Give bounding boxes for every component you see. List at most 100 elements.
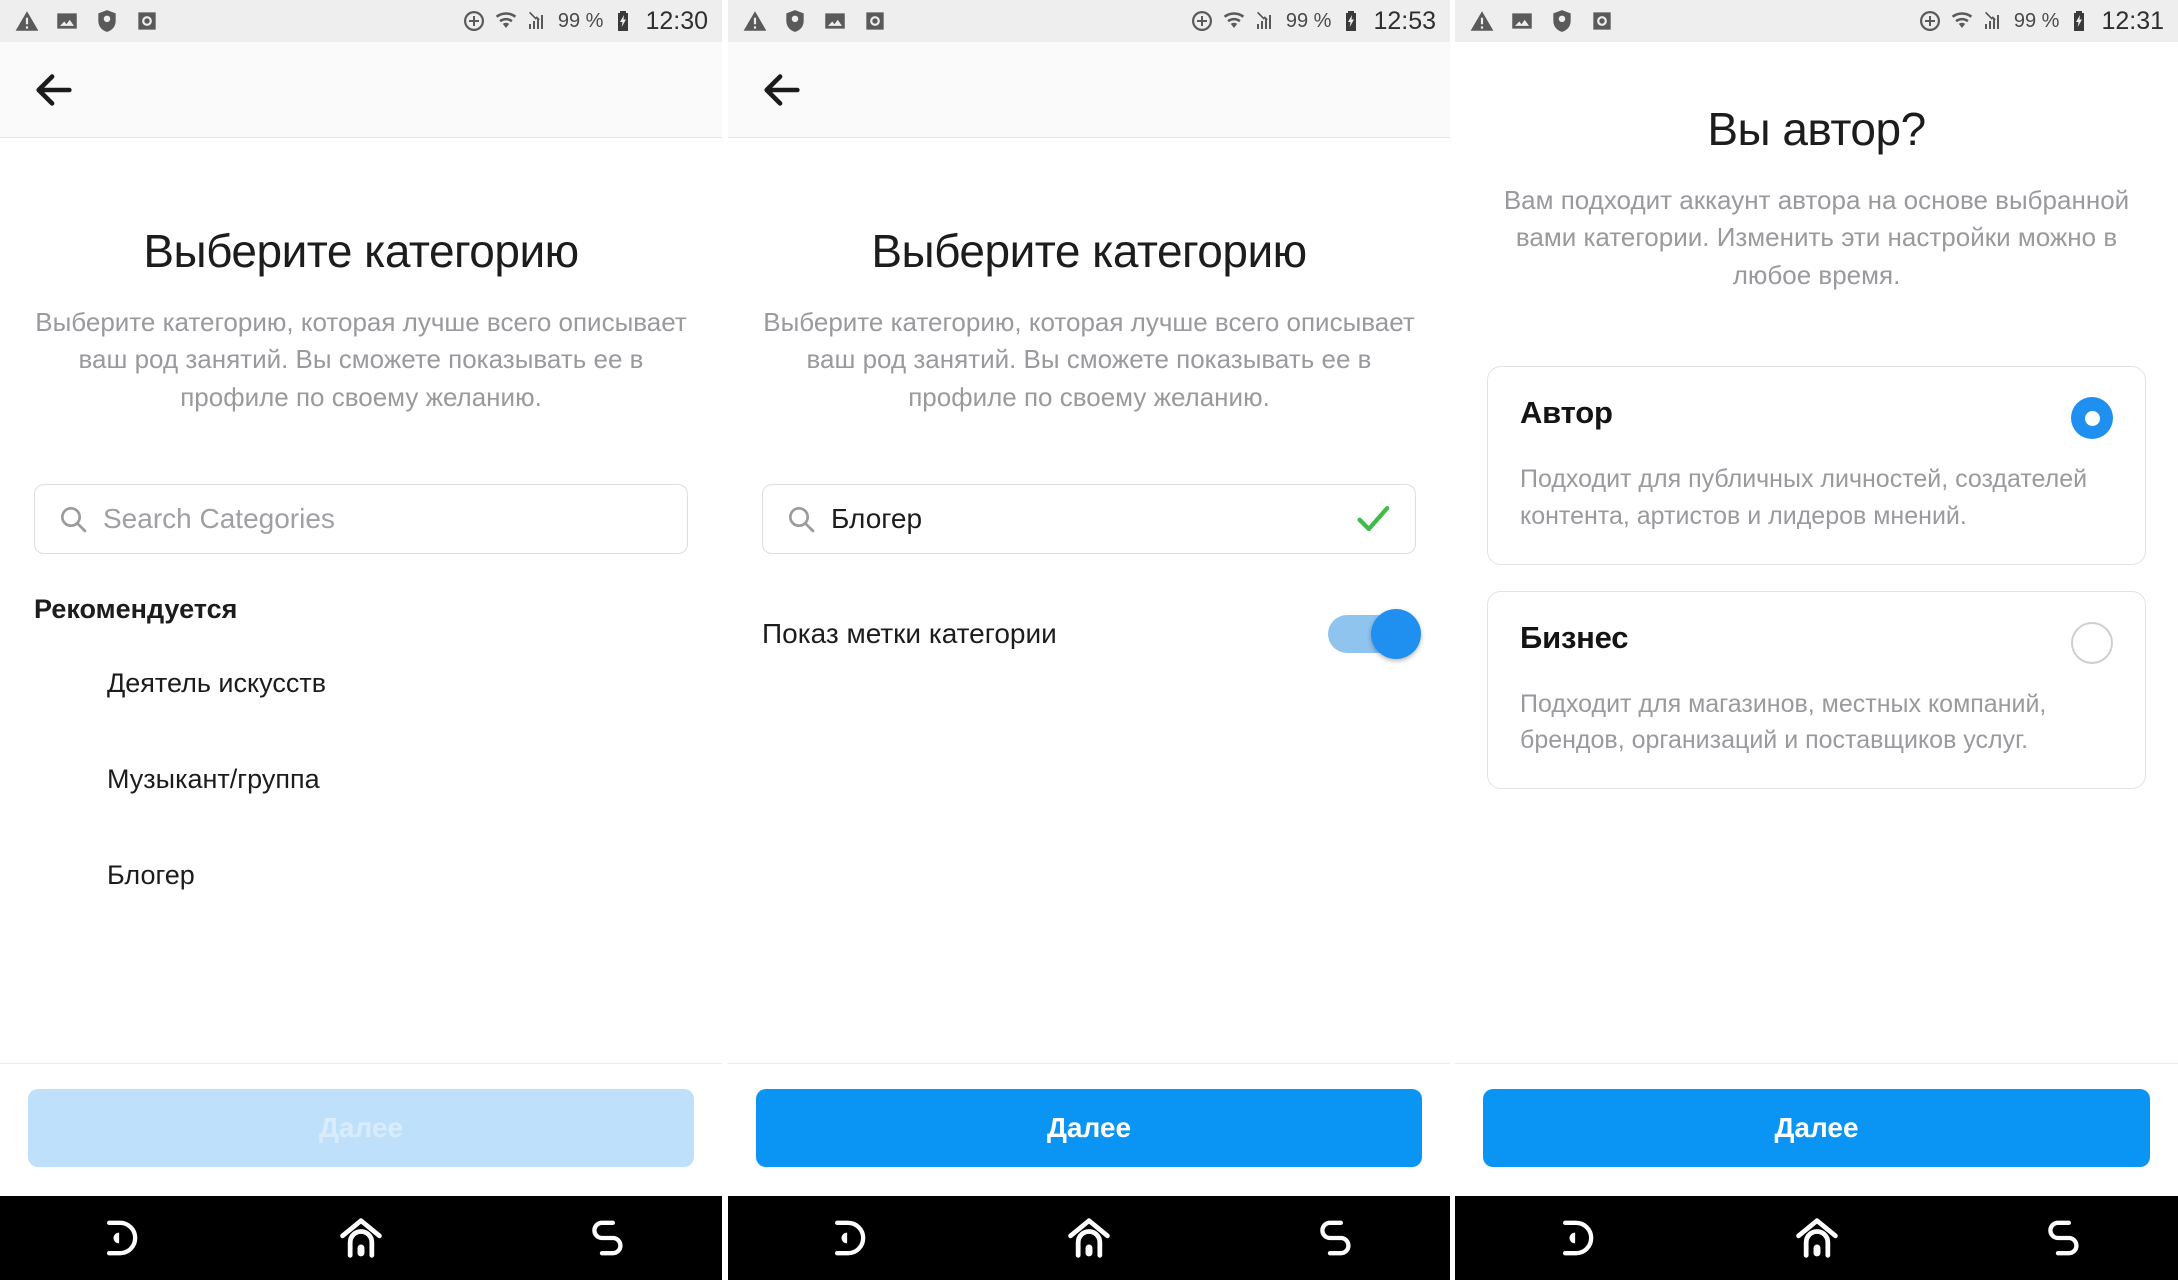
- instagram-camera-icon: [138, 12, 156, 30]
- category-list-item[interactable]: Деятель искусств: [0, 635, 722, 731]
- no-signal-icon: [1984, 11, 1999, 30]
- antivirus-shield-icon: [1553, 10, 1571, 32]
- clock-label: 12:53: [1373, 6, 1436, 35]
- recommended-heading: Рекомендуется: [34, 594, 238, 625]
- panel-select-category-filled: 99 % 12:53 Выберите категорию Выберите к…: [728, 0, 1450, 1280]
- card-header: Автор: [1520, 395, 2113, 440]
- account-option-creator[interactable]: Автор Подходит для публичных личностей, …: [1487, 366, 2146, 565]
- antivirus-shield-icon: [98, 10, 116, 32]
- status-bar-left-icons: [742, 8, 888, 34]
- next-button[interactable]: Далее: [1483, 1089, 2150, 1167]
- home-icon: [340, 1218, 382, 1258]
- battery-charging-icon: [1346, 11, 1357, 31]
- panel-select-category-empty: 99 % 12:30 Выберите категорию Выберите к…: [0, 0, 722, 1280]
- panel2-content: Выберите категорию Выберите категорию, к…: [728, 138, 1450, 1063]
- system-nav-bar-2: [728, 1196, 1450, 1280]
- image-icon: [1512, 13, 1532, 29]
- home-icon: [1068, 1218, 1110, 1258]
- status-bar-1: 99 % 12:30: [0, 0, 722, 42]
- page-title: Выберите категорию: [143, 225, 579, 277]
- back-gesture-button[interactable]: [1275, 1196, 1385, 1280]
- no-signal-icon: [528, 11, 543, 30]
- back-arrow-icon: [764, 73, 800, 106]
- back-gesture-button[interactable]: [547, 1196, 657, 1280]
- status-bar-left-icons: [1469, 8, 1615, 34]
- option-description: Подходит для публичных личностей, создат…: [1520, 465, 2088, 530]
- home-button[interactable]: [1762, 1196, 1872, 1280]
- footer-1: Далее: [0, 1063, 722, 1196]
- panel3-content: Вы автор? Вам подходит аккаунт автора на…: [1455, 42, 2178, 1063]
- instagram-camera-icon: [866, 12, 884, 30]
- recents-icon: [835, 1220, 866, 1256]
- status-bar-right-icons: 99 % 12:31: [1918, 7, 2164, 36]
- footer-3: Далее: [1455, 1063, 2178, 1196]
- recents-button[interactable]: [1521, 1196, 1631, 1280]
- next-button[interactable]: Далее: [756, 1089, 1422, 1167]
- recents-icon: [107, 1220, 138, 1256]
- option-title: Автор: [1520, 395, 1613, 431]
- image-icon: [57, 13, 77, 29]
- search-placeholder: Search Categories: [103, 503, 335, 535]
- next-button: Далее: [28, 1089, 694, 1167]
- footer-2: Далее: [728, 1063, 1450, 1196]
- panel1-content: Выберите категорию Выберите категорию, к…: [0, 138, 722, 1063]
- battery-percent-label: 99 %: [557, 9, 604, 32]
- radio-unselected-icon[interactable]: [2071, 621, 2113, 664]
- page-title: Выберите категорию: [871, 225, 1307, 277]
- back-gesture-icon: [591, 1220, 623, 1256]
- category-list-item[interactable]: Блогер: [0, 827, 722, 923]
- page-title: Вы автор?: [1707, 103, 1926, 155]
- panel-account-type: 99 % 12:31 Вы автор? Вам подходит аккаун…: [1455, 0, 2178, 1280]
- no-signal-icon: [1256, 11, 1271, 30]
- search-input[interactable]: Блогер: [762, 484, 1416, 555]
- sync-add-icon: [1191, 11, 1212, 31]
- wifi-icon: [495, 12, 517, 28]
- back-button[interactable]: [750, 58, 814, 122]
- sync-add-icon: [1919, 11, 1940, 31]
- warning-triangle-icon: [1470, 11, 1494, 31]
- status-bar-right-icons: 99 % 12:30: [462, 7, 708, 36]
- recents-icon: [1562, 1220, 1593, 1256]
- system-nav-bar-3: [1455, 1196, 2178, 1280]
- back-button[interactable]: [22, 58, 86, 122]
- home-icon: [1795, 1218, 1838, 1258]
- app-bar-1: [0, 42, 722, 138]
- search-input[interactable]: Search Categories: [34, 484, 688, 555]
- antivirus-shield-icon: [786, 10, 804, 32]
- recents-button[interactable]: [65, 1196, 175, 1280]
- warning-triangle-icon: [15, 11, 39, 31]
- warning-triangle-icon: [743, 11, 767, 31]
- toggle-knob: [1371, 609, 1421, 660]
- search-icon: [57, 503, 89, 535]
- recents-button[interactable]: [793, 1196, 903, 1280]
- radio-selected-icon[interactable]: [2071, 397, 2113, 440]
- account-option-business[interactable]: Бизнес Подходит для магазинов, местных к…: [1487, 590, 2146, 790]
- home-button[interactable]: [1034, 1196, 1144, 1280]
- category-list-item[interactable]: Музыкант/группа: [0, 731, 722, 827]
- back-gesture-icon: [1319, 1220, 1351, 1256]
- clock-label: 12:31: [2101, 6, 2164, 35]
- option-title: Бизнес: [1520, 619, 1629, 655]
- show-category-label-toggle[interactable]: [1328, 609, 1421, 660]
- search-wrapper: Блогер: [728, 484, 1450, 555]
- sync-add-icon: [463, 11, 484, 31]
- validated-check-icon: [1353, 499, 1393, 539]
- page-subtitle: Выберите категорию, которая лучше всего …: [763, 307, 1415, 412]
- search-value: Блогер: [831, 503, 923, 535]
- card-header: Бизнес: [1520, 620, 2113, 664]
- search-wrapper: Search Categories: [0, 484, 722, 555]
- three-panel-screenshot: 99 % 12:30 Выберите категорию Выберите к…: [0, 0, 2178, 1280]
- option-description: Подходит для магазинов, местных компаний…: [1520, 689, 2047, 755]
- battery-percent-label: 99 %: [2013, 9, 2060, 32]
- back-gesture-icon: [2047, 1220, 2079, 1256]
- account-type-options: Автор Подходит для публичных личностей, …: [1455, 366, 2178, 790]
- back-arrow-icon: [36, 73, 72, 106]
- status-bar-left-icons: [14, 8, 160, 34]
- app-bar-2: [728, 42, 1450, 138]
- battery-percent-label: 99 %: [1285, 9, 1332, 32]
- home-button[interactable]: [306, 1196, 416, 1280]
- instagram-camera-icon: [1593, 12, 1611, 30]
- battery-charging-icon: [618, 11, 629, 31]
- back-gesture-button[interactable]: [2003, 1196, 2113, 1280]
- page-subtitle: Выберите категорию, которая лучше всего …: [35, 307, 687, 412]
